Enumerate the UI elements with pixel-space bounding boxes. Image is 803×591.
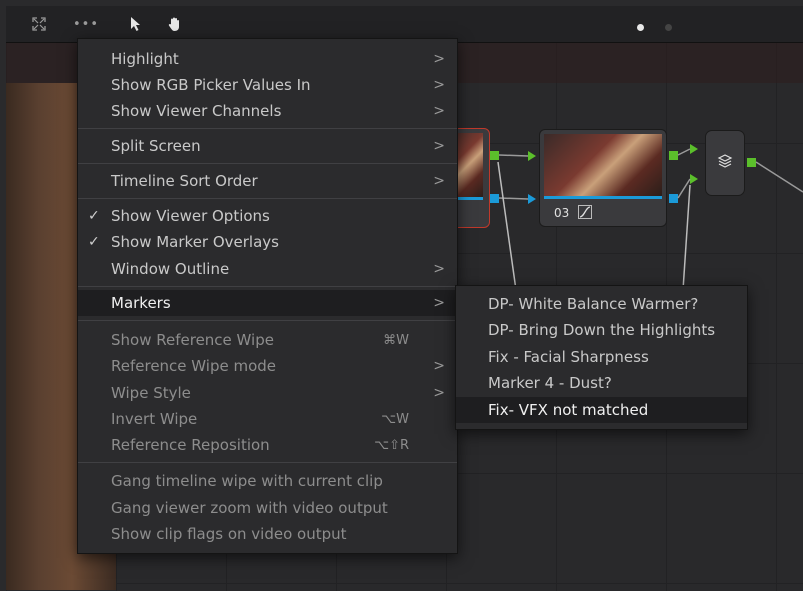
shortcut-label: ⌥W [381,411,409,427]
menu-item-label: Show Marker Overlays [111,233,279,251]
more-options-button[interactable]: ••• [70,6,102,42]
menu-item-reference-reposition[interactable]: Reference Reposition ⌥⇧R [78,432,457,458]
marker-label: Fix - Facial Sharpness [488,348,649,366]
viewer-options-menu: Highlight > Show RGB Picker Values In > Sh… [77,38,458,554]
menu-item-split-screen[interactable]: Split Screen > [78,133,457,159]
marker-label: Marker 4 - Dust? [488,374,612,392]
menu-item-label: Window Outline [111,260,230,278]
menu-item-show-reference-wipe[interactable]: Show Reference Wipe ⌘W [78,327,457,353]
menu-item-wipe-style[interactable]: Wipe Style > [78,380,457,406]
layer-mixer-output[interactable] [747,158,756,167]
marker-item[interactable]: Marker 4 - Dust? [456,370,747,396]
menu-item-timeline-sort-order[interactable]: Timeline Sort Order > [78,168,457,194]
marker-label: Fix- VFX not matched [488,401,649,419]
menu-item-label: Highlight [111,50,179,68]
shortcut-label: ⌥⇧R [374,437,409,453]
marker-item-highlighted[interactable]: Fix- VFX not matched [456,397,747,423]
chevron-right-icon: > [433,51,445,67]
menu-divider [78,163,457,164]
menu-divider [78,198,457,199]
chevron-right-icon: > [433,385,445,401]
menu-divider [78,128,457,129]
menu-item-show-viewer-options[interactable]: ✓ Show Viewer Options [78,203,457,229]
layers-icon [717,153,733,173]
menu-item-label: Invert Wipe [111,410,198,428]
menu-divider [78,462,457,463]
menu-item-label: Show clip flags on video output [111,525,347,543]
menu-item-show-marker-overlays[interactable]: ✓ Show Marker Overlays [78,229,457,255]
node-03-output-key[interactable] [669,194,678,203]
menu-item-show-clip-flags[interactable]: Show clip flags on video output [78,521,457,547]
shortcut-label: ⌘W [383,332,409,348]
menu-item-highlight[interactable]: Highlight > [78,46,457,72]
chevron-right-icon: > [433,138,445,154]
chevron-right-icon: > [433,77,445,93]
checkmark-icon: ✓ [88,234,100,250]
page-indicator-inactive[interactable] [665,24,672,31]
menu-item-show-rgb-picker-values-in[interactable]: Show RGB Picker Values In > [78,72,457,98]
menu-item-label: Timeline Sort Order [111,172,258,190]
menu-item-label: Reference Wipe mode [111,357,277,375]
menu-item-label: Show RGB Picker Values In [111,76,311,94]
marker-item[interactable]: DP- Bring Down the Highlights [456,317,747,343]
chevron-right-icon: > [433,173,445,189]
menu-divider [78,320,457,321]
pointer-arrow-icon[interactable] [124,6,148,42]
expand-arrows-icon[interactable] [24,6,54,42]
menu-item-label: Wipe Style [111,384,191,402]
menu-item-label: Reference Reposition [111,436,270,454]
chevron-right-icon: > [433,261,445,277]
curve-icon [578,204,592,223]
markers-submenu: DP- White Balance Warmer? DP- Bring Down… [455,285,748,430]
menu-item-label: Split Screen [111,137,201,155]
menu-item-reference-wipe-mode[interactable]: Reference Wipe mode > [78,353,457,379]
menu-item-label: Markers [111,294,171,312]
chevron-right-icon: > [433,103,445,119]
node-03-label: 03 [554,206,570,220]
checkmark-icon: ✓ [88,208,100,224]
chevron-right-icon: > [433,295,445,311]
marker-item[interactable]: Fix - Facial Sharpness [456,344,747,370]
node-02-output-rgb[interactable] [490,151,499,160]
menu-item-invert-wipe[interactable]: Invert Wipe ⌥W [78,406,457,432]
layer-mixer-input-1[interactable] [690,144,698,154]
node-03-input-key[interactable] [528,194,536,204]
node-03-output-rgb[interactable] [669,151,678,160]
menu-item-gang-viewer-zoom[interactable]: Gang viewer zoom with video output [78,495,457,521]
node-03-input-rgb[interactable] [528,151,536,161]
menu-divider [78,286,457,287]
menu-item-label: Gang timeline wipe with current clip [111,472,383,490]
marker-item[interactable]: DP- White Balance Warmer? [456,291,747,317]
page-indicator-active[interactable] [637,24,644,31]
menu-item-show-viewer-channels[interactable]: Show Viewer Channels > [78,98,457,124]
menu-item-label: Show Reference Wipe [111,331,274,349]
node-02-output-key[interactable] [490,194,499,203]
node-03[interactable]: 03 [539,129,667,227]
marker-label: DP- Bring Down the Highlights [488,321,716,339]
marker-label: DP- White Balance Warmer? [488,295,699,313]
layer-mixer-node[interactable] [705,130,745,196]
layer-mixer-input-2[interactable] [690,174,698,184]
menu-item-window-outline[interactable]: Window Outline > [78,256,457,282]
menu-item-markers[interactable]: Markers > [78,290,457,316]
chevron-right-icon: > [433,358,445,374]
hand-icon[interactable] [162,6,188,42]
menu-item-label: Show Viewer Options [111,207,270,225]
menu-item-label: Show Viewer Channels [111,102,282,120]
menu-item-gang-timeline-wipe[interactable]: Gang timeline wipe with current clip [78,468,457,494]
menu-item-label: Gang viewer zoom with video output [111,499,388,517]
